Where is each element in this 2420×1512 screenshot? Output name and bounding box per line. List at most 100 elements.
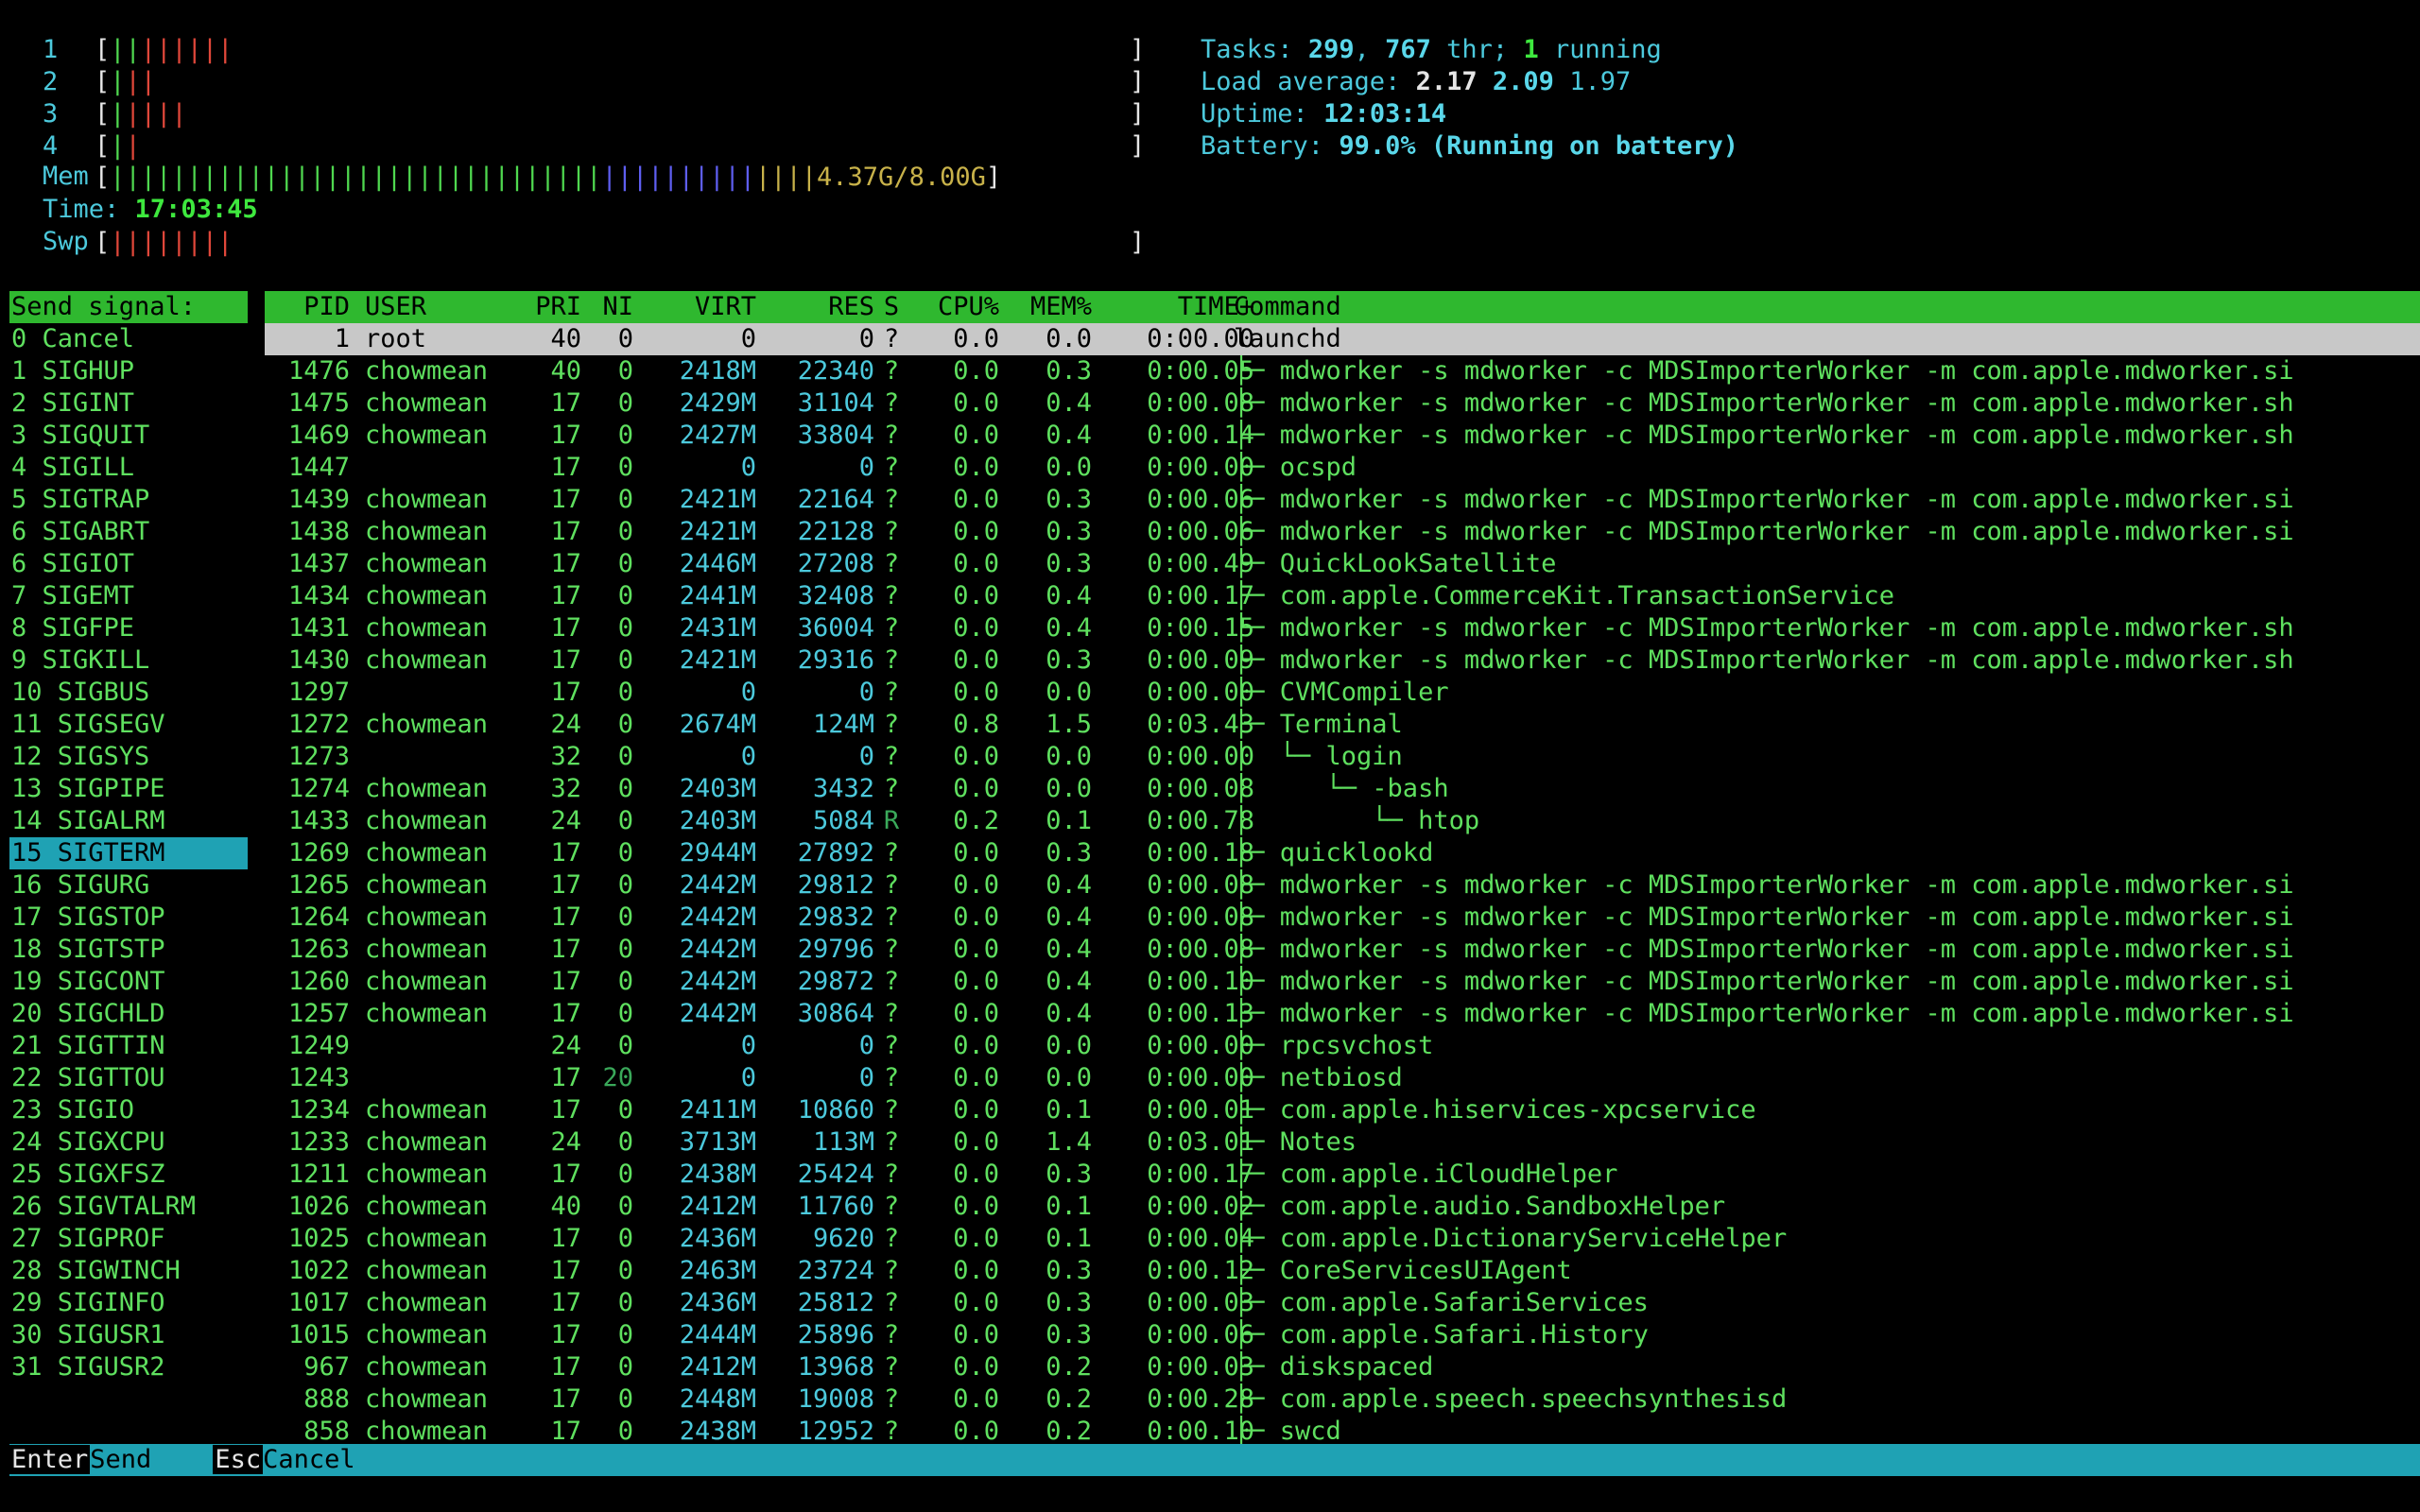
signal-item[interactable]: 18 SIGTSTP <box>9 934 248 966</box>
signal-item[interactable]: 8 SIGFPE <box>9 612 248 644</box>
signal-item[interactable]: 30 SIGUSR1 <box>9 1319 248 1351</box>
table-row[interactable]: 1273 32 0 0 0? 0.0 0.0 0:00.00 │ └─ login <box>265 741 2420 773</box>
signal-item[interactable]: 15 SIGTERM <box>9 837 248 869</box>
signal-item[interactable]: 22 SIGTTOU <box>9 1062 248 1094</box>
table-row[interactable]: 858 chowmean 17 0 2438M 12952? 0.0 0.2 0:00.10 ├─… <box>265 1416 2420 1448</box>
table-row[interactable]: 1263 chowmean 17 0 2442M 29796? 0.0 0.4 0:00.08 ├… <box>265 934 2420 966</box>
cell-user: chowmean <box>365 1127 489 1157</box>
signal-item[interactable]: 10 SIGBUS <box>9 677 248 709</box>
cell-s: ? <box>883 1160 900 1189</box>
signal-item[interactable]: 11 SIGSEGV <box>9 709 248 741</box>
signal-item[interactable]: 19 SIGCONT <box>9 966 248 998</box>
cell-ni: 0 <box>617 1031 633 1060</box>
table-row[interactable]: 1437 chowmean 17 0 2446M 27208? 0.0 0.3 0:00.49 ├… <box>265 548 2420 580</box>
col-cpu[interactable]: CPU% <box>909 291 999 323</box>
signal-item[interactable]: 21 SIGTTIN <box>9 1030 248 1062</box>
table-row[interactable]: 1269 chowmean 17 0 2944M 27892? 0.0 0.3 0:00.18 ├… <box>265 837 2420 869</box>
table-row[interactable]: 1234 chowmean 17 0 2411M 10860? 0.0 0.1 0:00.01 ├… <box>265 1094 2420 1126</box>
signal-item[interactable]: 23 SIGIO <box>9 1094 248 1126</box>
signal-item[interactable]: 16 SIGURG <box>9 869 248 902</box>
table-row[interactable]: 1447 17 0 0 0? 0.0 0.0 0:00.00 ├─ ocspd <box>265 452 2420 484</box>
cell-mem: 0.4 <box>1046 967 1092 996</box>
signal-item[interactable]: 28 SIGWINCH <box>9 1255 248 1287</box>
col-pid[interactable]: PID <box>265 291 350 323</box>
table-row[interactable]: 1260 chowmean 17 0 2442M 29872? 0.0 0.4 0:00.10 ├… <box>265 966 2420 998</box>
signal-item[interactable]: 3 SIGQUIT <box>9 420 248 452</box>
table-row[interactable]: 1272 chowmean 24 0 2674M 124M? 0.8 1.5 0:03.43 ├─… <box>265 709 2420 741</box>
col-ni[interactable]: NI <box>591 291 633 323</box>
signal-item[interactable]: 17 SIGSTOP <box>9 902 248 934</box>
cpu-meter-bar: [||||| <box>95 99 187 129</box>
table-row[interactable]: 1022 chowmean 17 0 2463M 23724? 0.0 0.3 0:00.12 ├… <box>265 1255 2420 1287</box>
signal-item[interactable]: 9 SIGKILL <box>9 644 248 677</box>
cell-cpu: 0.0 <box>953 967 999 996</box>
table-row[interactable]: 1265 chowmean 17 0 2442M 29812? 0.0 0.4 0:00.08 ├… <box>265 869 2420 902</box>
cell-pri: 17 <box>550 870 581 900</box>
cancel-button[interactable]: Cancel <box>263 1445 355 1474</box>
signal-item[interactable]: 24 SIGXCPU <box>9 1126 248 1159</box>
col-res[interactable]: RES <box>761 291 874 323</box>
cell-res: 22128 <box>797 517 874 546</box>
signal-item[interactable]: 2 SIGINT <box>9 387 248 420</box>
cell-user: chowmean <box>365 710 489 739</box>
signal-item[interactable]: 27 SIGPROF <box>9 1223 248 1255</box>
send-button[interactable]: Send <box>90 1445 151 1474</box>
signal-item[interactable]: 25 SIGXFSZ <box>9 1159 248 1191</box>
table-row[interactable]: 1476 chowmean 40 0 2418M 22340? 0.0 0.3 0:00.05 ├… <box>265 355 2420 387</box>
signal-item[interactable]: 14 SIGALRM <box>9 805 248 837</box>
signal-item[interactable]: 29 SIGINFO <box>9 1287 248 1319</box>
table-row[interactable]: 1434 chowmean 17 0 2441M 32408? 0.0 0.4 0:00.17 ├… <box>265 580 2420 612</box>
table-row[interactable]: 1249 24 0 0 0? 0.0 0.0 0:00.00 ├─ rpcsvchost <box>265 1030 2420 1062</box>
table-row[interactable]: 1274 chowmean 32 0 2403M 3432? 0.0 0.0 0:00.08 │ … <box>265 773 2420 805</box>
cell-pri: 17 <box>550 388 581 418</box>
col-pri[interactable]: PRI <box>501 291 581 323</box>
cell-pid: 888 <box>303 1384 350 1414</box>
signal-item[interactable]: 6 SIGABRT <box>9 516 248 548</box>
cell-s: ? <box>883 1224 900 1253</box>
signal-item[interactable]: 0 Cancel <box>9 323 248 355</box>
col-time[interactable]: TIME+ <box>1097 291 1254 323</box>
table-row[interactable]: 1475 chowmean 17 0 2429M 31104? 0.0 0.4 0:00.08 ├… <box>265 387 2420 420</box>
table-row[interactable]: 1433 chowmean 24 0 2403M 5084 R 0.2 0.1 0:00.78 │ … <box>265 805 2420 837</box>
table-row[interactable]: 1211 chowmean 17 0 2438M 25424? 0.0 0.3 0:00.17 ├… <box>265 1159 2420 1191</box>
col-command[interactable]: Command <box>1234 291 1341 323</box>
cell-pri: 32 <box>550 774 581 803</box>
signal-item[interactable]: 26 SIGVTALRM <box>9 1191 248 1223</box>
cell-cmd: ├─ com.apple.Safari.History <box>1234 1320 1649 1349</box>
cell-pri: 17 <box>550 1417 581 1446</box>
table-row[interactable]: 1469 chowmean 17 0 2427M 33804? 0.0 0.4 0:00.14 ├… <box>265 420 2420 452</box>
cell-s: ? <box>883 1384 900 1414</box>
table-row[interactable]: 1 root 40 0 0 0? 0.0 0.0 0:00.00 launchd <box>265 323 2420 355</box>
table-row[interactable]: 1439 chowmean 17 0 2421M 22164? 0.0 0.3 0:00.06 ├… <box>265 484 2420 516</box>
signal-item[interactable]: 31 SIGUSR2 <box>9 1351 248 1383</box>
table-row[interactable]: 1297 17 0 0 0? 0.0 0.0 0:00.00 ├─ CVMCompiler <box>265 677 2420 709</box>
signal-item[interactable]: 6 SIGIOT <box>9 548 248 580</box>
signal-item[interactable]: 5 SIGTRAP <box>9 484 248 516</box>
table-row[interactable]: 1233 chowmean 24 0 3713M 113M? 0.0 1.4 0:03.01 ├─… <box>265 1126 2420 1159</box>
cell-mem: 0.4 <box>1046 388 1092 418</box>
cell-mem: 0.0 <box>1046 1063 1092 1092</box>
table-row[interactable]: 1430 chowmean 17 0 2421M 29316? 0.0 0.3 0:00.09 ├… <box>265 644 2420 677</box>
table-row[interactable]: 1431 chowmean 17 0 2431M 36004? 0.0 0.4 0:00.15 ├… <box>265 612 2420 644</box>
col-virt[interactable]: VIRT <box>643 291 756 323</box>
col-mem[interactable]: MEM% <box>1007 291 1092 323</box>
table-row[interactable]: 1026 chowmean 40 0 2412M 11760? 0.0 0.1 0:00.02 ├… <box>265 1191 2420 1223</box>
table-row[interactable]: 1243 17 20 0 0? 0.0 0.0 0:00.00 ├─ netbiosd <box>265 1062 2420 1094</box>
signal-item[interactable]: 4 SIGILL <box>9 452 248 484</box>
table-row[interactable]: 967 chowmean 17 0 2412M 13968? 0.0 0.2 0:00.03 ├─… <box>265 1351 2420 1383</box>
signal-item[interactable]: 1 SIGHUP <box>9 355 248 387</box>
table-row[interactable]: 1264 chowmean 17 0 2442M 29832? 0.0 0.4 0:00.08 ├… <box>265 902 2420 934</box>
signal-item[interactable]: 7 SIGEMT <box>9 580 248 612</box>
signal-item[interactable]: 12 SIGSYS <box>9 741 248 773</box>
col-state[interactable]: S <box>877 291 906 323</box>
table-row[interactable]: 1025 chowmean 17 0 2436M 9620? 0.0 0.1 0:00.04 ├─… <box>265 1223 2420 1255</box>
col-user[interactable]: USER <box>365 291 426 323</box>
table-row[interactable]: 1438 chowmean 17 0 2421M 22128? 0.0 0.3 0:00.06 ├… <box>265 516 2420 548</box>
signal-item[interactable]: 20 SIGCHLD <box>9 998 248 1030</box>
table-row[interactable]: 1257 chowmean 17 0 2442M 30864? 0.0 0.4 0:00.13 ├… <box>265 998 2420 1030</box>
table-row[interactable]: 888 chowmean 17 0 2448M 19008? 0.0 0.2 0:00.28 ├─… <box>265 1383 2420 1416</box>
table-row[interactable]: 1017 chowmean 17 0 2436M 25812? 0.0 0.3 0:00.03 ├… <box>265 1287 2420 1319</box>
signal-item[interactable]: 13 SIGPIPE <box>9 773 248 805</box>
table-row[interactable]: 1015 chowmean 17 0 2444M 25896? 0.0 0.3 0:00.06 ├… <box>265 1319 2420 1351</box>
cell-cmd: ├─ diskspaced <box>1234 1352 1434 1382</box>
